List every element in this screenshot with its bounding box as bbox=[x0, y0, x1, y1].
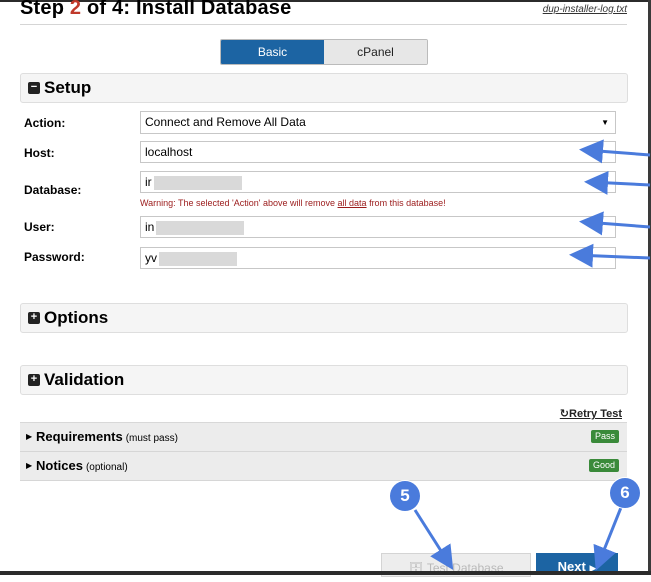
setup-section-header[interactable]: − Setup bbox=[20, 73, 628, 103]
requirements-status-badge: Pass bbox=[590, 430, 619, 443]
database-input[interactable]: ir bbox=[140, 171, 616, 193]
plus-square-icon: + bbox=[28, 374, 40, 386]
warning-emphasis: all data bbox=[337, 198, 367, 208]
page-title: Step 2 of 4: Install Database bbox=[20, 0, 291, 20]
action-warning: Warning: The selected 'Action' above wil… bbox=[140, 198, 446, 208]
password-input[interactable]: yv bbox=[140, 247, 616, 269]
redacted-value bbox=[153, 175, 242, 190]
password-input-value: yv bbox=[145, 251, 157, 265]
password-label: Password: bbox=[24, 250, 85, 264]
validation-checks: ▶ Requirements (must pass) Pass ▶ Notices… bbox=[20, 422, 627, 481]
caret-right-icon: ▶ bbox=[26, 432, 33, 441]
host-label: Host: bbox=[24, 146, 55, 160]
mode-tabs: Basic cPanel bbox=[220, 39, 428, 65]
user-input[interactable]: in bbox=[140, 216, 616, 238]
redacted-value bbox=[159, 251, 237, 266]
title-divider bbox=[20, 24, 627, 25]
step-marker-5: 5 bbox=[390, 481, 420, 511]
requirements-note: (must pass) bbox=[125, 433, 178, 444]
tab-cpanel[interactable]: cPanel bbox=[324, 40, 427, 64]
minus-square-icon: − bbox=[28, 82, 40, 94]
validation-section-header[interactable]: + Validation bbox=[20, 365, 628, 395]
plus-square-icon: + bbox=[28, 312, 40, 324]
retry-test-label: Retry Test bbox=[569, 408, 622, 420]
validation-section-title: Validation bbox=[44, 370, 125, 389]
action-select-value: Connect and Remove All Data bbox=[145, 115, 306, 129]
redacted-value bbox=[156, 220, 245, 235]
action-label: Action: bbox=[24, 116, 66, 130]
retry-test-link[interactable]: ↻Retry Test bbox=[560, 407, 622, 420]
requirements-row[interactable]: ▶ Requirements (must pass) Pass bbox=[20, 423, 627, 452]
notices-row[interactable]: ▶ Notices (optional) Good bbox=[20, 452, 627, 481]
notices-note: (optional) bbox=[85, 462, 128, 473]
title-prefix: Step bbox=[20, 0, 70, 19]
refresh-icon: ↻ bbox=[559, 408, 570, 420]
user-input-value: in bbox=[145, 220, 155, 234]
step-marker-6: 6 bbox=[610, 478, 640, 508]
host-input[interactable]: localhost bbox=[140, 141, 616, 163]
options-section-header[interactable]: + Options bbox=[20, 303, 628, 333]
title-suffix: of 4: Install Database bbox=[81, 0, 292, 19]
requirements-title: Requirements (must pass) bbox=[36, 429, 178, 444]
user-label: User: bbox=[24, 220, 55, 234]
action-select[interactable]: Connect and Remove All Data ▼ bbox=[140, 111, 616, 134]
caret-down-icon: ▼ bbox=[601, 118, 609, 127]
database-input-value: ir bbox=[145, 175, 152, 189]
tab-basic[interactable]: Basic bbox=[221, 40, 324, 64]
caret-right-icon: ▶ bbox=[26, 461, 33, 470]
notices-name: Notices bbox=[36, 458, 83, 473]
notices-status-badge: Good bbox=[588, 459, 619, 472]
host-input-value: localhost bbox=[145, 145, 193, 159]
warning-prefix: Warning: The selected 'Action' above wil… bbox=[140, 198, 338, 208]
options-section-title: Options bbox=[44, 308, 109, 327]
database-label: Database: bbox=[24, 183, 82, 197]
installer-log-link[interactable]: dup-installer-log.txt bbox=[543, 4, 627, 15]
requirements-name: Requirements bbox=[36, 429, 123, 444]
step-number: 2 bbox=[69, 0, 82, 19]
warning-suffix: from this database! bbox=[366, 198, 446, 208]
setup-section-title: Setup bbox=[44, 78, 92, 97]
notices-title: Notices (optional) bbox=[36, 458, 128, 473]
bottom-border bbox=[0, 571, 651, 575]
